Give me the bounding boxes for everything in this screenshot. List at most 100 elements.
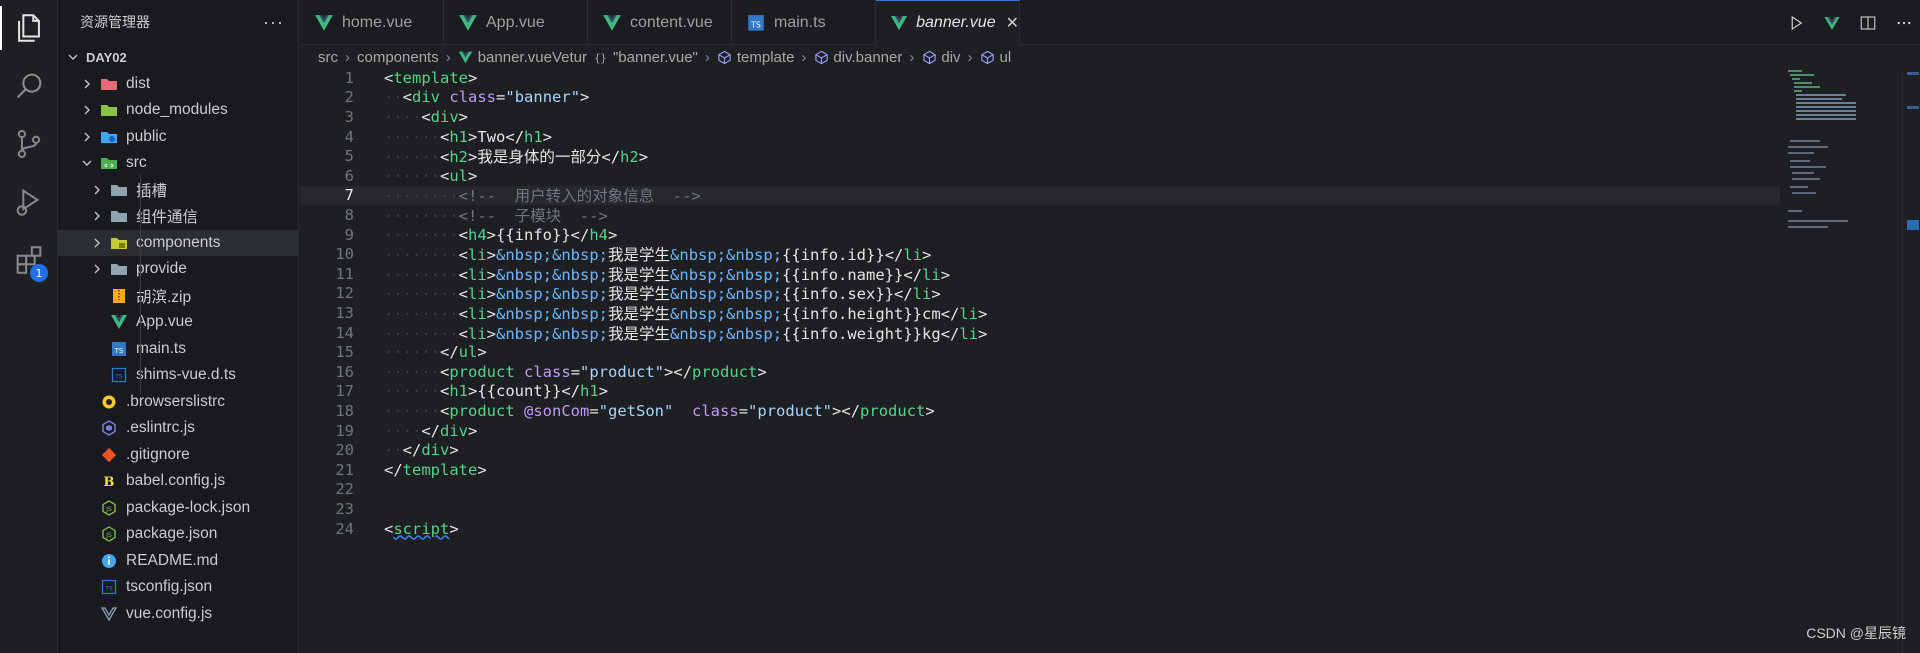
explorer-root-folder[interactable]: DAY02 (58, 44, 299, 71)
tree-file-main-ts[interactable]: TS main.ts (58, 336, 299, 363)
line-number: 10 (335, 245, 354, 264)
run-debug-icon[interactable] (0, 174, 58, 230)
search-icon[interactable] (0, 58, 58, 114)
explorer-icon[interactable] (0, 0, 58, 56)
code-editor[interactable]: 1 <template> 2 ··<div class="banner"> 3 ····<… (300, 68, 1780, 653)
code-line[interactable]: 3 ····<div> (300, 107, 1780, 127)
minimap[interactable] (1780, 70, 1900, 270)
tree-item-label: shims-vue.d.ts (136, 366, 236, 384)
tree-item-label: 胡滨.zip (136, 288, 192, 306)
code-line[interactable]: 15 ······</ul> (300, 342, 1780, 362)
tree-file-vue-config-js[interactable]: vue.config.js (58, 601, 299, 628)
tree-folder-components[interactable]: components (58, 229, 299, 256)
tree-file-readme-md[interactable]: README.md (58, 548, 299, 575)
code-line[interactable]: 17 ······<h1>{{count}}</h1> (300, 382, 1780, 402)
line-number: 19 (335, 421, 354, 440)
extensions-icon[interactable]: 1 (0, 232, 58, 288)
tab-content-vue[interactable]: content.vue (588, 0, 732, 45)
code-text: ····<div> (384, 107, 469, 126)
code-line[interactable]: 9 ········<h4>{{info}}</h4> (300, 225, 1780, 245)
code-line[interactable]: 4 ······<h1>Two</h1> (300, 127, 1780, 147)
tree-file-app-vue[interactable]: App.vue (58, 309, 299, 336)
tree-file-browserslistrc[interactable]: .browserslistrc (58, 389, 299, 416)
tree-item-label: dist (126, 74, 151, 92)
line-number: 9 (344, 225, 354, 244)
code-line[interactable]: 19 ····</div> (300, 421, 1780, 441)
tree-file-package-lock-json[interactable]: JS package-lock.json (58, 495, 299, 522)
breadcrumb-item[interactable]: div (921, 49, 961, 66)
tree-folder-provide[interactable]: provide (58, 256, 299, 283)
line-number: 2 (344, 88, 354, 107)
vertical-scrollbar[interactable] (1902, 70, 1920, 653)
breadcrumb-item[interactable]: banner.vue (458, 49, 552, 66)
svg-text:TS: TS (114, 347, 124, 355)
breadcrumb-item[interactable]: src (318, 49, 338, 66)
code-line[interactable]: 18 ······<product @sonCom="getSon" class=… (300, 401, 1780, 421)
tree-folder-node-modules[interactable]: node_modules (58, 97, 299, 124)
split-editor-icon[interactable] (1852, 7, 1884, 39)
tree-file-zip[interactable]: 胡滨.zip (58, 283, 299, 310)
breadcrumb-item[interactable]: Vetur (552, 49, 587, 66)
code-line[interactable]: 13 ········<li>&nbsp;&nbsp;我是学生&nbsp;&nbs… (300, 303, 1780, 323)
breadcrumb-item[interactable]: ul (980, 49, 1011, 66)
tab-home-vue[interactable]: home.vue (300, 0, 444, 45)
tab-label: App.vue (486, 13, 545, 31)
code-line[interactable]: 11 ········<li>&nbsp;&nbsp;我是学生&nbsp;&nbs… (300, 264, 1780, 284)
tree-file-shims-vue-d-ts[interactable]: TS shims-vue.d.ts (58, 362, 299, 389)
code-line[interactable]: 21 </template> (300, 460, 1780, 480)
code-line[interactable]: 8 ········<!-- 子模块 --> (300, 205, 1780, 225)
tree-item-label: .browserslistrc (126, 392, 226, 410)
breadcrumb-item[interactable]: {} "banner.vue" (593, 49, 698, 66)
tree-folder-src[interactable]: src (58, 150, 299, 177)
breadcrumb-item[interactable]: components (357, 49, 439, 66)
source-control-icon[interactable] (0, 116, 58, 172)
more-icon[interactable] (1888, 7, 1920, 39)
code-line[interactable]: 24 <script> (300, 519, 1780, 539)
code-line[interactable]: 1 <template> (300, 68, 1780, 88)
code-line[interactable]: 2 ··<div class="banner"> (300, 88, 1780, 108)
code-line[interactable]: 10 ········<li>&nbsp;&nbsp;我是学生&nbsp;&nbs… (300, 244, 1780, 264)
tree-file-package-json[interactable]: JS package.json (58, 521, 299, 548)
tab-banner-vue[interactable]: banner.vue ✕ (876, 0, 1020, 45)
breadcrumb-item[interactable]: div.banner (813, 49, 902, 66)
code-line[interactable]: 20 ··</div> (300, 440, 1780, 460)
code-line[interactable]: 12 ········<li>&nbsp;&nbsp;我是学生&nbsp;&nbs… (300, 284, 1780, 303)
activity-bar: 1 (0, 0, 58, 653)
run-icon[interactable] (1780, 7, 1812, 39)
editor-actions (1776, 0, 1920, 45)
code-line[interactable]: 23 (300, 499, 1780, 519)
tree-folder-public[interactable]: public (58, 124, 299, 151)
explorer-header: 资源管理器 ··· (58, 0, 298, 44)
code-line[interactable]: 22 (300, 480, 1780, 500)
extensions-badge: 1 (30, 264, 48, 282)
tree-file-eslintrc-js[interactable]: .eslintrc.js (58, 415, 299, 442)
code-line[interactable]: 16 ······<product class="product"></produ… (300, 362, 1780, 382)
tree-file-tsconfig-json[interactable]: TS tsconfig.json (58, 574, 299, 601)
eslint-icon (100, 420, 118, 437)
tree-folder-dist[interactable]: dist (58, 71, 299, 98)
vue-preview-icon[interactable] (1816, 7, 1848, 39)
code-line[interactable]: 7 ········<!-- 用户转入的对象信息 --> (300, 185, 1780, 205)
line-number: 17 (335, 382, 354, 401)
tab-main-ts[interactable]: TS main.ts (732, 0, 876, 45)
cube-icon (921, 49, 937, 65)
breadcrumb-item[interactable]: template (717, 49, 794, 66)
tree-folder-[interactable]: 插槽 (58, 177, 299, 204)
tree-file-babel-config-js[interactable]: Bbabel.config.js (58, 468, 299, 495)
tree-file-gitignore[interactable]: .gitignore (58, 442, 299, 469)
code-line[interactable]: 14 ········<li>&nbsp;&nbsp;我是学生&nbsp;&nbs… (300, 323, 1780, 343)
tree-item-label: App.vue (136, 313, 193, 331)
code-line[interactable]: 5 ······<h2>我是身体的一部分</h2> (300, 146, 1780, 166)
line-number: 15 (335, 343, 354, 362)
code-line[interactable]: 6 ······<ul> (300, 166, 1780, 186)
tab-app-vue[interactable]: App.vue (444, 0, 588, 45)
ts-outline-icon: TS (100, 579, 118, 595)
line-number: 14 (335, 323, 354, 342)
chevron-right-icon (90, 209, 104, 223)
tree-item-label: provide (136, 260, 187, 278)
line-number: 18 (335, 401, 354, 420)
more-actions-icon[interactable]: ··· (263, 12, 284, 33)
close-icon[interactable]: ✕ (1006, 13, 1019, 33)
tree-folder-[interactable]: 组件通信 (58, 203, 299, 230)
tree-item-label: package.json (126, 525, 218, 543)
